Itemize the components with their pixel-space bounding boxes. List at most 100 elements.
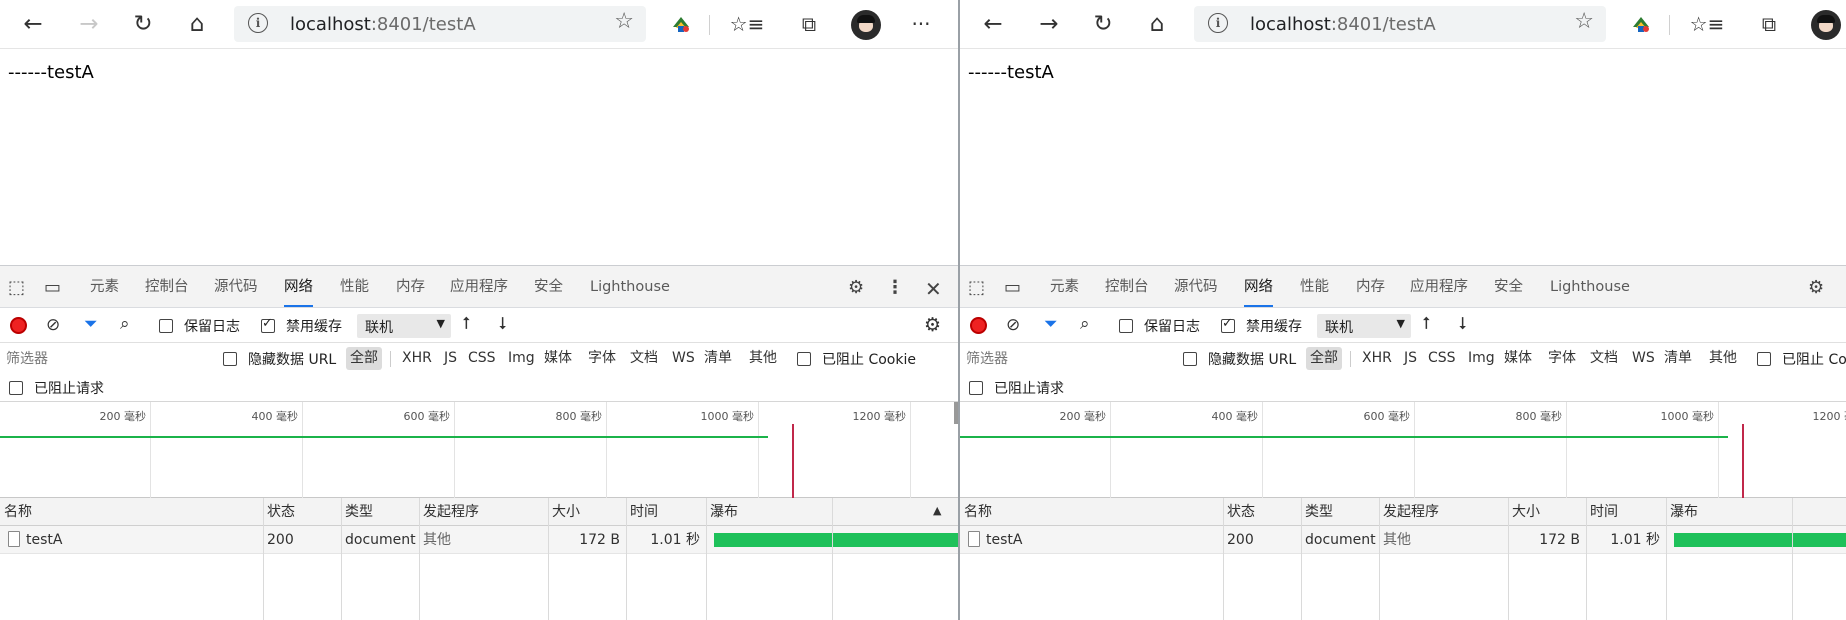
disable-cache-checkbox[interactable] [1221,316,1235,333]
column-header[interactable]: 发起程序 [419,498,548,526]
preserve-log-checkbox[interactable] [159,319,173,333]
profile-avatar[interactable] [1811,10,1841,40]
refresh-icon[interactable]: ↻ [1084,5,1122,43]
column-header[interactable]: 大小 [1508,498,1586,526]
devtools-tab[interactable]: 控制台 [145,266,189,308]
address-bar[interactable]: i localhost:8401/testA ☆ [1194,6,1606,42]
type-filter-chip[interactable]: 字体 [1544,347,1580,370]
devtools-tab[interactable]: 控制台 [1105,266,1149,308]
column-header[interactable]: 类型 [1301,498,1379,526]
column-header[interactable]: 时间 [626,498,706,526]
profile-avatar[interactable] [851,10,881,40]
type-filter-chip[interactable]: 全部 [1306,347,1342,370]
settings-gear-icon[interactable]: ⚙ [1808,277,1824,298]
type-filter-chip[interactable]: XHR [398,347,436,370]
blocked-requests-checkbox[interactable] [969,381,983,395]
type-filter-chip[interactable]: WS [1628,347,1659,370]
blocked-cookies-checkbox[interactable] [1757,352,1771,366]
column-header[interactable]: 类型 [341,498,419,526]
device-emulation-icon[interactable]: ▭ [1004,277,1021,298]
table-row[interactable]: testA 200 document 其他 172 B 1.01 秒 [960,526,1846,554]
export-har-icon[interactable]: ⭣ [499,314,507,334]
devtools-tab[interactable]: Lighthouse [1550,266,1630,308]
hide-data-urls-checkbox[interactable] [1183,352,1197,366]
collections-icon[interactable]: ⧉ [790,5,828,43]
back-arrow-icon[interactable]: ← [14,5,52,43]
home-icon[interactable]: ⌂ [1138,5,1176,43]
collections-icon[interactable]: ⧉ [1750,5,1788,43]
favorite-star-icon[interactable]: ☆ [614,9,634,34]
settings-gear-icon[interactable]: ⚙ [848,277,864,298]
type-filter-chip[interactable]: 媒体 [1500,347,1536,370]
preserve-log-checkbox[interactable] [1119,319,1133,333]
devtools-tab[interactable]: 安全 [534,266,563,308]
type-filter-chip[interactable]: 清单 [1660,347,1696,370]
export-har-icon[interactable]: ⭣ [1459,314,1467,334]
type-filter-chip[interactable]: 其他 [745,347,781,370]
type-filter-chip[interactable]: 媒体 [540,347,576,370]
type-filter-chip[interactable]: 其他 [1705,347,1741,370]
inspect-element-icon[interactable]: ⬚ [968,277,985,298]
network-settings-gear-icon[interactable]: ⚙ [924,314,941,336]
forward-arrow-icon[interactable]: → [70,5,108,43]
type-filter-chip[interactable]: JS [440,347,461,370]
clear-icon[interactable]: ⊘ [46,315,60,335]
home-icon[interactable]: ⌂ [178,5,216,43]
address-bar[interactable]: i localhost:8401/testA ☆ [234,6,646,42]
type-filter-chip[interactable]: 字体 [584,347,620,370]
devtools-tab[interactable]: 性能 [1300,266,1329,308]
favorites-list-icon[interactable]: ☆≡ [1688,5,1726,43]
column-header[interactable]: 状态 [263,498,341,526]
type-filter-chip[interactable]: WS [668,347,699,370]
record-button[interactable] [970,317,987,334]
search-icon[interactable]: ⌕ [120,314,130,334]
type-filter-chip[interactable]: 文档 [626,347,662,370]
column-header[interactable]: 状态 [1223,498,1301,526]
clear-icon[interactable]: ⊘ [1006,315,1020,335]
type-filter-chip[interactable]: JS [1400,347,1421,370]
site-info-icon[interactable]: i [248,13,268,33]
devtools-close-icon[interactable]: ✕ [925,277,942,301]
type-filter-chip[interactable]: 文档 [1586,347,1622,370]
type-filter-chip[interactable]: Img [504,347,539,370]
blocked-requests-checkbox[interactable] [9,381,23,395]
column-header[interactable]: 名称 [0,498,263,526]
devtools-tab[interactable]: Lighthouse [590,266,670,308]
devtools-tab[interactable]: 安全 [1494,266,1523,308]
type-filter-chip[interactable]: 全部 [346,347,382,370]
devtools-tab[interactable]: 元素 [1050,266,1079,308]
hide-data-urls-checkbox[interactable] [223,352,237,366]
search-icon[interactable]: ⌕ [1080,314,1090,334]
type-filter-chip[interactable]: Img [1464,347,1499,370]
devtools-tab[interactable]: 网络 [284,266,313,307]
overview-scroll-handle[interactable] [954,402,958,424]
favorite-star-icon[interactable]: ☆ [1574,9,1594,34]
sort-ascending-icon[interactable]: ▲ [933,504,941,517]
extension-icon[interactable] [670,13,692,35]
disable-cache-checkbox[interactable] [261,316,275,333]
import-har-icon[interactable]: ⭡ [462,314,470,334]
table-row[interactable]: testA 200 document 其他 172 B 1.01 秒 [0,526,958,554]
column-header[interactable]: 发起程序 [1379,498,1508,526]
site-info-icon[interactable]: i [1208,13,1228,33]
more-menu-icon[interactable]: ··· [902,5,940,43]
record-button[interactable] [10,317,27,334]
type-filter-chip[interactable]: CSS [464,347,500,370]
filter-funnel-icon[interactable]: ⏷ [84,314,98,334]
type-filter-chip[interactable]: XHR [1358,347,1396,370]
network-overview-timeline[interactable]: 200 毫秒 400 毫秒 600 毫秒 800 毫秒 1000 毫秒 1200 毫秒 [960,402,1846,498]
network-overview-timeline[interactable]: 200 毫秒 400 毫秒 600 毫秒 800 毫秒 1000 毫秒 1200 毫秒 [0,402,958,498]
devtools-tab[interactable]: 元素 [90,266,119,308]
devtools-tab[interactable]: 源代码 [1174,266,1218,308]
devtools-tab[interactable]: 网络 [1244,266,1273,307]
device-emulation-icon[interactable]: ▭ [44,277,61,298]
devtools-tab[interactable]: 源代码 [214,266,258,308]
devtools-tab[interactable]: 应用程序 [450,266,508,308]
import-har-icon[interactable]: ⭡ [1422,314,1430,334]
column-header[interactable]: 时间 [1586,498,1666,526]
refresh-icon[interactable]: ↻ [124,5,162,43]
column-header[interactable]: 瀑布 [1666,498,1846,526]
inspect-element-icon[interactable]: ⬚ [8,277,25,298]
throttle-select[interactable]: 联机 ▼ [357,314,451,338]
column-header[interactable]: 名称 [960,498,1223,526]
